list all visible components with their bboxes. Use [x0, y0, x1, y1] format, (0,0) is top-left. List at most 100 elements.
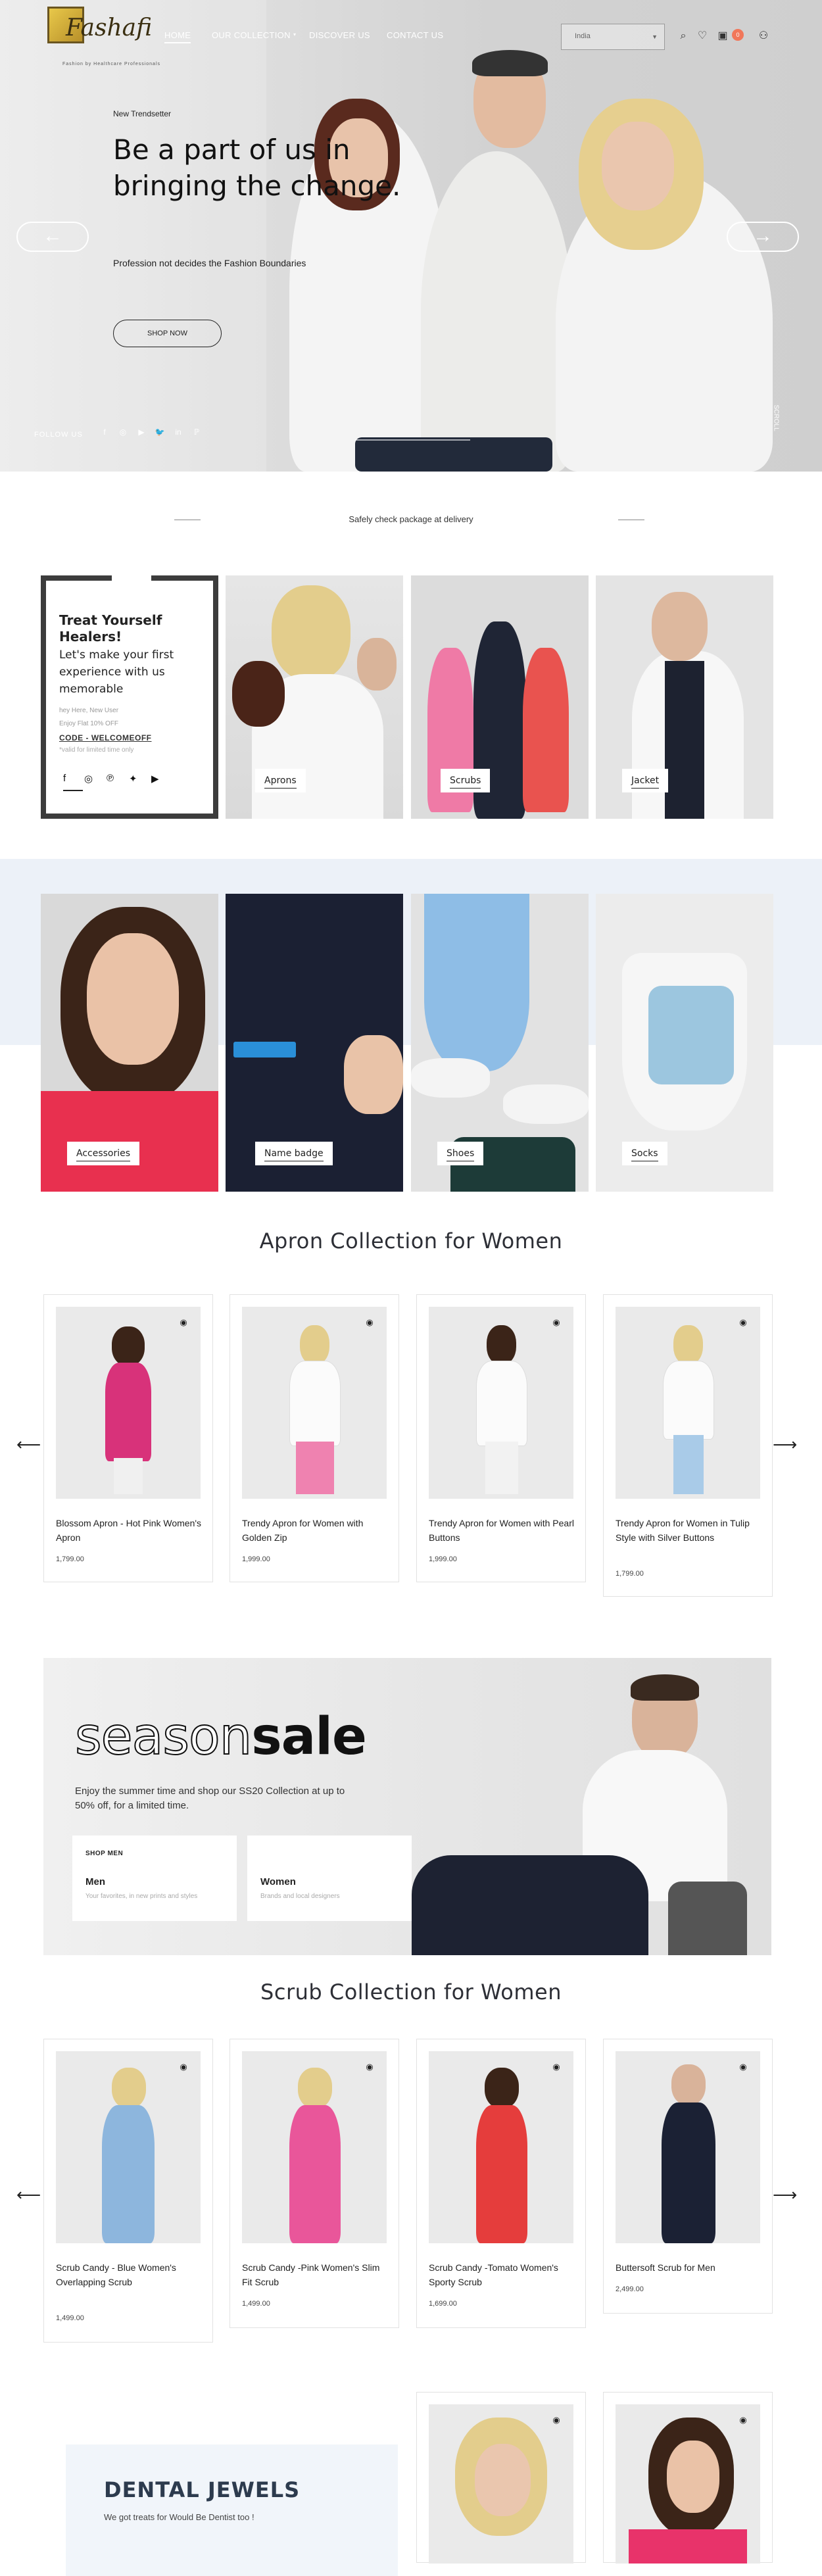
- product-name[interactable]: Buttersoft Scrub for Men: [616, 2260, 762, 2275]
- apron-next-arrow[interactable]: ⟶: [773, 1436, 797, 1453]
- twitter-icon[interactable]: 🐦: [154, 427, 166, 439]
- card-title: Women: [260, 1876, 296, 1887]
- hero-eyebrow: New Trendsetter: [113, 109, 172, 118]
- hero-subtitle: Profession not decides the Fashion Bound…: [113, 258, 306, 268]
- youtube-icon[interactable]: ▶: [151, 773, 159, 785]
- scrub-prev-arrow[interactable]: ⟵: [16, 2186, 41, 2203]
- shop-women-card[interactable]: Women Brands and local designers: [247, 1835, 412, 1921]
- icon-underline: [63, 790, 83, 791]
- product-name[interactable]: Scrub Candy - Blue Women's Overlapping S…: [56, 2260, 202, 2289]
- instagram-icon[interactable]: ◎: [84, 773, 93, 785]
- pinterest-icon[interactable]: ℗: [107, 773, 114, 784]
- nav-discover-us[interactable]: DISCOVER US: [309, 30, 370, 40]
- product-image[interactable]: ◉: [56, 1307, 201, 1499]
- heart-icon[interactable]: ♡: [695, 29, 710, 43]
- category-tile-shoes[interactable]: Shoes: [411, 894, 589, 1192]
- category-tile-socks[interactable]: Socks: [596, 894, 773, 1192]
- product-card[interactable]: ◉ Scrub Candy -Tomato Women's Sporty Scr…: [416, 2039, 586, 2328]
- scrub-next-arrow[interactable]: ⟶: [773, 2186, 797, 2203]
- product-image[interactable]: ◉: [429, 1307, 573, 1499]
- category-tile-accessories[interactable]: Accessories: [41, 894, 218, 1192]
- hero-next-button[interactable]: →: [727, 222, 799, 252]
- product-price: 1,799.00: [616, 1570, 644, 1578]
- product-name[interactable]: Trendy Apron for Women with Pearl Button…: [429, 1516, 575, 1545]
- model-face: [87, 933, 179, 1065]
- scrub-section-title: Scrub Collection for Women: [260, 1980, 562, 2005]
- coupon-code[interactable]: CODE - WELCOMEOFF: [59, 733, 152, 742]
- dental-title: DENTAL JEWELS: [104, 2477, 301, 2502]
- quick-view-icon[interactable]: ◉: [363, 1317, 376, 1327]
- treat-line-2: Enjoy Flat 10% OFF: [59, 720, 119, 727]
- season-sale-banner: seasonsale Enjoy the summer time and sho…: [43, 1658, 771, 1955]
- product-image[interactable]: ◉: [242, 1307, 387, 1499]
- product-name[interactable]: Trendy Apron for Women with Golden Zip: [242, 1516, 388, 1545]
- nav-home[interactable]: HOME: [164, 30, 191, 40]
- product-image[interactable]: ◉: [242, 2051, 387, 2243]
- product-image[interactable]: ◉: [429, 2404, 573, 2564]
- sale-title-bold: sale: [251, 1707, 367, 1766]
- youtube-icon[interactable]: ▶: [135, 427, 147, 439]
- model-shirt: [665, 661, 704, 819]
- pinterest-icon[interactable]: ℙ: [191, 427, 203, 439]
- product-card[interactable]: ◉ Scrub Candy - Blue Women's Overlapping…: [43, 2039, 213, 2343]
- product-price: 2,499.00: [616, 2285, 644, 2293]
- quick-view-icon[interactable]: ◉: [177, 2062, 190, 2072]
- sale-title-light: season: [74, 1707, 253, 1767]
- product-name[interactable]: Scrub Candy -Tomato Women's Sporty Scrub: [429, 2260, 575, 2289]
- quick-view-icon[interactable]: ◉: [737, 1317, 750, 1327]
- product-card[interactable]: ◉ Trendy Apron for Women with Golden Zip…: [230, 1294, 399, 1582]
- product-card[interactable]: ◉: [416, 2392, 586, 2564]
- hero-prev-button[interactable]: ←: [16, 222, 89, 252]
- linkedin-icon[interactable]: in: [172, 427, 184, 439]
- quick-view-icon[interactable]: ◉: [550, 1317, 563, 1327]
- shop-now-button[interactable]: SHOP NOW: [113, 320, 222, 347]
- facebook-icon[interactable]: f: [99, 427, 110, 439]
- nav-our-collection[interactable]: OUR COLLECTION: [212, 30, 291, 40]
- quick-view-icon[interactable]: ◉: [177, 1317, 190, 1327]
- shop-men-card[interactable]: SHOP MEN Men Your favorites, in new prin…: [72, 1835, 237, 1921]
- category-tile-scrubs[interactable]: Scrubs: [411, 575, 589, 819]
- card-kicker: SHOP MEN: [85, 1850, 124, 1857]
- brand-logo[interactable]: Fashafi: [66, 14, 152, 41]
- product-image[interactable]: ◉: [429, 2051, 573, 2243]
- product-card[interactable]: ◉ Buttersoft Scrub for Men 2,499.00: [603, 2039, 773, 2314]
- product-image[interactable]: ◉: [56, 2051, 201, 2243]
- facebook-icon[interactable]: f: [63, 773, 66, 784]
- quick-view-icon[interactable]: ◉: [737, 2062, 750, 2072]
- product-name[interactable]: Trendy Apron for Women in Tulip Style wi…: [616, 1516, 762, 1545]
- badge-graphic: [233, 1042, 296, 1057]
- nav-contact-us[interactable]: CONTACT US: [387, 30, 443, 40]
- chevron-down-icon: ▼: [652, 34, 658, 40]
- quick-view-icon[interactable]: ◉: [550, 2062, 563, 2072]
- twitter-icon[interactable]: ✦: [129, 773, 137, 785]
- product-card[interactable]: ◉ Trendy Apron for Women with Pearl Butt…: [416, 1294, 586, 1582]
- category-tile-name-badge[interactable]: Name badge: [226, 894, 403, 1192]
- category-tile-aprons[interactable]: Aprons: [226, 575, 403, 819]
- shoe-graphic: [503, 1084, 589, 1124]
- product-image[interactable]: ◉: [616, 1307, 760, 1499]
- hand-graphic: [344, 1035, 403, 1114]
- quick-view-icon[interactable]: ◉: [550, 2415, 563, 2425]
- nav-active-underline: [164, 42, 191, 43]
- product-price: 1,999.00: [242, 1555, 270, 1563]
- quick-view-icon[interactable]: ◉: [737, 2415, 750, 2425]
- product-image[interactable]: ◉: [616, 2404, 760, 2564]
- product-name[interactable]: Scrub Candy -Pink Women's Slim Fit Scrub: [242, 2260, 388, 2289]
- search-icon[interactable]: ⌕: [676, 29, 690, 43]
- category-label-socks: Socks: [622, 1142, 667, 1165]
- product-image[interactable]: ◉: [616, 2051, 760, 2243]
- user-icon[interactable]: ⚇: [756, 29, 771, 43]
- product-card[interactable]: ◉ Scrub Candy -Pink Women's Slim Fit Scr…: [230, 2039, 399, 2328]
- country-select[interactable]: India ▼: [561, 24, 665, 50]
- product-card[interactable]: ◉ Blossom Apron - Hot Pink Women's Apron…: [43, 1294, 213, 1582]
- sale-title: seasonsale: [74, 1707, 367, 1767]
- card-subtitle: Your favorites, in new prints and styles: [85, 1893, 198, 1900]
- instagram-icon[interactable]: ◎: [117, 427, 129, 439]
- product-card[interactable]: ◉: [603, 2392, 773, 2564]
- product-card[interactable]: ◉ Trendy Apron for Women in Tulip Style …: [603, 1294, 773, 1597]
- product-name[interactable]: Blossom Apron - Hot Pink Women's Apron: [56, 1516, 202, 1545]
- cart-icon[interactable]: ▣: [715, 29, 730, 43]
- category-tile-jacket[interactable]: Jacket: [596, 575, 773, 819]
- apron-prev-arrow[interactable]: ⟵: [16, 1436, 41, 1453]
- quick-view-icon[interactable]: ◉: [363, 2062, 376, 2072]
